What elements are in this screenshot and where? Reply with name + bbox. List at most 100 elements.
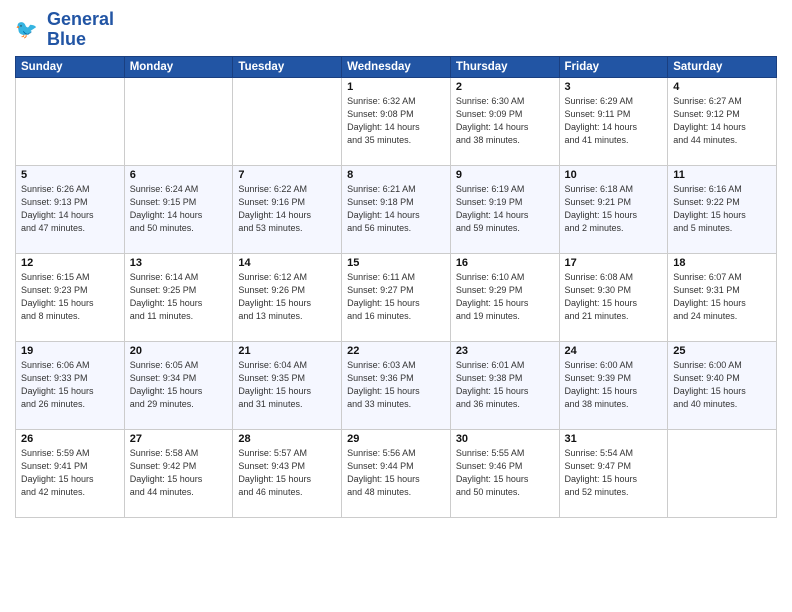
day-number: 10 (565, 169, 663, 181)
day-info: Sunrise: 6:10 AM Sunset: 9:29 PM Dayligh… (456, 271, 554, 323)
calendar-cell: 17 Sunrise: 6:08 AM Sunset: 9:30 PM Dayli… (559, 253, 668, 341)
day-info: Sunrise: 6:27 AM Sunset: 9:12 PM Dayligh… (673, 95, 771, 147)
calendar-cell: 13Sunrise: 6:14 AM Sunset: 9:25 PM Dayli… (124, 253, 233, 341)
day-info: Sunrise: 6:32 AM Sunset: 9:08 PM Dayligh… (347, 95, 445, 147)
calendar-cell: 23Sunrise: 6:01 AM Sunset: 9:38 PM Dayli… (450, 341, 559, 429)
calendar-week-row: 26Sunrise: 5:59 AM Sunset: 9:41 PM Dayli… (16, 429, 777, 517)
weekday-header: Monday (124, 56, 233, 77)
weekday-header: Friday (559, 56, 668, 77)
calendar-cell: 9 Sunrise: 6:19 AM Sunset: 9:19 PM Daylig… (450, 165, 559, 253)
weekday-header: Saturday (668, 56, 777, 77)
calendar-cell: 30 Sunrise: 5:55 AM Sunset: 9:46 PM Dayli… (450, 429, 559, 517)
calendar-cell: 28 Sunrise: 5:57 AM Sunset: 9:43 PM Dayli… (233, 429, 342, 517)
calendar-cell (16, 77, 125, 165)
calendar-cell: 31 Sunrise: 5:54 AM Sunset: 9:47 PM Dayli… (559, 429, 668, 517)
day-number: 11 (673, 169, 771, 181)
day-number: 8 (347, 169, 445, 181)
day-info: Sunrise: 6:30 AM Sunset: 9:09 PM Dayligh… (456, 95, 554, 147)
calendar-cell: 7Sunrise: 6:22 AM Sunset: 9:16 PM Daylig… (233, 165, 342, 253)
calendar-cell: 25 Sunrise: 6:00 AM Sunset: 9:40 PM Dayli… (668, 341, 777, 429)
day-number: 29 (347, 433, 445, 445)
day-number: 18 (673, 257, 771, 269)
day-number: 26 (21, 433, 119, 445)
logo-bird-icon: 🐦 (15, 16, 43, 44)
day-number: 4 (673, 81, 771, 93)
day-info: Sunrise: 5:54 AM Sunset: 9:47 PM Dayligh… (565, 447, 663, 499)
day-info: Sunrise: 5:58 AM Sunset: 9:42 PM Dayligh… (130, 447, 228, 499)
day-number: 3 (565, 81, 663, 93)
day-info: Sunrise: 6:08 AM Sunset: 9:30 PM Dayligh… (565, 271, 663, 323)
day-number: 9 (456, 169, 554, 181)
day-info: Sunrise: 6:15 AM Sunset: 9:23 PM Dayligh… (21, 271, 119, 323)
calendar-cell: 19 Sunrise: 6:06 AM Sunset: 9:33 PM Dayli… (16, 341, 125, 429)
day-number: 12 (21, 257, 119, 269)
day-info: Sunrise: 6:04 AM Sunset: 9:35 PM Dayligh… (238, 359, 336, 411)
day-number: 27 (130, 433, 228, 445)
day-number: 25 (673, 345, 771, 357)
page-header: 🐦 GeneralBlue (15, 10, 777, 50)
calendar-cell (233, 77, 342, 165)
day-number: 5 (21, 169, 119, 181)
day-number: 24 (565, 345, 663, 357)
calendar-cell: 4 Sunrise: 6:27 AM Sunset: 9:12 PM Daylig… (668, 77, 777, 165)
day-info: Sunrise: 6:24 AM Sunset: 9:15 PM Dayligh… (130, 183, 228, 235)
weekday-header: Tuesday (233, 56, 342, 77)
day-number: 2 (456, 81, 554, 93)
day-number: 30 (456, 433, 554, 445)
calendar-cell: 18Sunrise: 6:07 AM Sunset: 9:31 PM Dayli… (668, 253, 777, 341)
day-info: Sunrise: 6:03 AM Sunset: 9:36 PM Dayligh… (347, 359, 445, 411)
day-info: Sunrise: 6:00 AM Sunset: 9:40 PM Dayligh… (673, 359, 771, 411)
svg-text:🐦: 🐦 (15, 19, 38, 39)
calendar-table: SundayMondayTuesdayWednesdayThursdayFrid… (15, 56, 777, 518)
day-number: 16 (456, 257, 554, 269)
day-number: 31 (565, 433, 663, 445)
day-number: 14 (238, 257, 336, 269)
calendar-cell: 10Sunrise: 6:18 AM Sunset: 9:21 PM Dayli… (559, 165, 668, 253)
calendar-cell: 14 Sunrise: 6:12 AM Sunset: 9:26 PM Dayli… (233, 253, 342, 341)
day-number: 13 (130, 257, 228, 269)
calendar-week-row: 5 Sunrise: 6:26 AM Sunset: 9:13 PM Daylig… (16, 165, 777, 253)
day-info: Sunrise: 6:05 AM Sunset: 9:34 PM Dayligh… (130, 359, 228, 411)
day-info: Sunrise: 6:06 AM Sunset: 9:33 PM Dayligh… (21, 359, 119, 411)
calendar-cell: 11Sunrise: 6:16 AM Sunset: 9:22 PM Dayli… (668, 165, 777, 253)
day-info: Sunrise: 6:21 AM Sunset: 9:18 PM Dayligh… (347, 183, 445, 235)
logo-text: GeneralBlue (47, 10, 114, 50)
calendar-cell: 1Sunrise: 6:32 AM Sunset: 9:08 PM Daylig… (342, 77, 451, 165)
day-number: 19 (21, 345, 119, 357)
day-number: 28 (238, 433, 336, 445)
day-info: Sunrise: 6:19 AM Sunset: 9:19 PM Dayligh… (456, 183, 554, 235)
day-info: Sunrise: 6:22 AM Sunset: 9:16 PM Dayligh… (238, 183, 336, 235)
day-number: 6 (130, 169, 228, 181)
day-number: 15 (347, 257, 445, 269)
calendar-cell: 16 Sunrise: 6:10 AM Sunset: 9:29 PM Dayli… (450, 253, 559, 341)
calendar-cell: 29 Sunrise: 5:56 AM Sunset: 9:44 PM Dayli… (342, 429, 451, 517)
day-info: Sunrise: 6:26 AM Sunset: 9:13 PM Dayligh… (21, 183, 119, 235)
calendar-cell: 2 Sunrise: 6:30 AM Sunset: 9:09 PM Daylig… (450, 77, 559, 165)
day-info: Sunrise: 5:55 AM Sunset: 9:46 PM Dayligh… (456, 447, 554, 499)
weekday-header: Sunday (16, 56, 125, 77)
calendar-cell: 22 Sunrise: 6:03 AM Sunset: 9:36 PM Dayli… (342, 341, 451, 429)
calendar-cell: 5 Sunrise: 6:26 AM Sunset: 9:13 PM Daylig… (16, 165, 125, 253)
weekday-header: Thursday (450, 56, 559, 77)
calendar-cell: 12 Sunrise: 6:15 AM Sunset: 9:23 PM Dayli… (16, 253, 125, 341)
calendar-cell: 27 Sunrise: 5:58 AM Sunset: 9:42 PM Dayli… (124, 429, 233, 517)
calendar-cell (668, 429, 777, 517)
calendar-cell (124, 77, 233, 165)
day-number: 17 (565, 257, 663, 269)
calendar-cell: 21 Sunrise: 6:04 AM Sunset: 9:35 PM Dayli… (233, 341, 342, 429)
day-info: Sunrise: 5:56 AM Sunset: 9:44 PM Dayligh… (347, 447, 445, 499)
day-info: Sunrise: 6:29 AM Sunset: 9:11 PM Dayligh… (565, 95, 663, 147)
calendar-cell: 8 Sunrise: 6:21 AM Sunset: 9:18 PM Daylig… (342, 165, 451, 253)
logo: 🐦 GeneralBlue (15, 10, 114, 50)
calendar-cell: 26Sunrise: 5:59 AM Sunset: 9:41 PM Dayli… (16, 429, 125, 517)
calendar-week-row: 19 Sunrise: 6:06 AM Sunset: 9:33 PM Dayli… (16, 341, 777, 429)
day-number: 22 (347, 345, 445, 357)
page-container: 🐦 GeneralBlue SundayMondayTuesdayWednesd… (0, 0, 792, 612)
weekday-header: Wednesday (342, 56, 451, 77)
calendar-week-row: 1Sunrise: 6:32 AM Sunset: 9:08 PM Daylig… (16, 77, 777, 165)
day-number: 21 (238, 345, 336, 357)
day-info: Sunrise: 5:57 AM Sunset: 9:43 PM Dayligh… (238, 447, 336, 499)
day-info: Sunrise: 6:12 AM Sunset: 9:26 PM Dayligh… (238, 271, 336, 323)
calendar-cell: 3 Sunrise: 6:29 AM Sunset: 9:11 PM Daylig… (559, 77, 668, 165)
calendar-cell: 6 Sunrise: 6:24 AM Sunset: 9:15 PM Daylig… (124, 165, 233, 253)
